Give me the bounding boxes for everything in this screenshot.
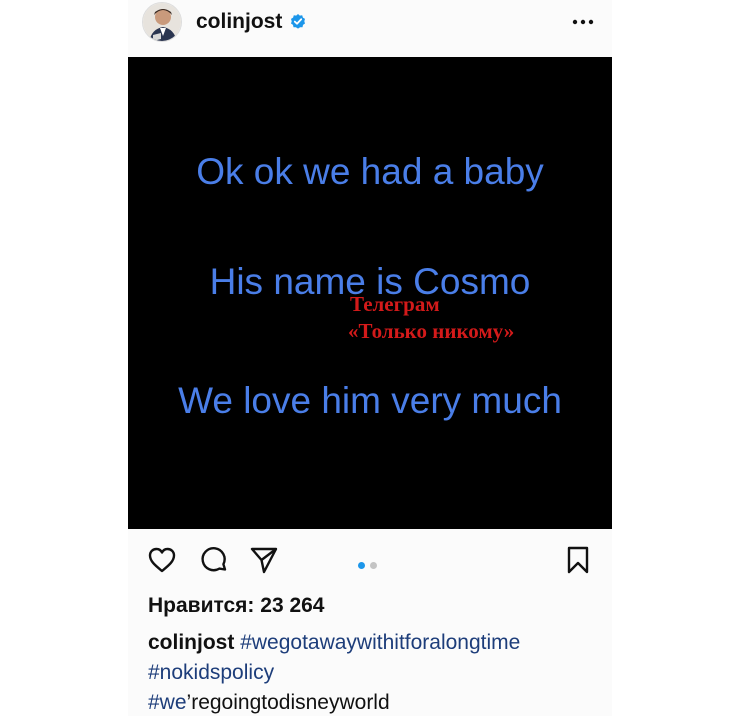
post-card: colinjost Ok ok we had a baby His name i…: [128, 0, 612, 716]
avatar-image: [143, 3, 181, 41]
comment-icon[interactable]: [198, 544, 230, 576]
hashtag-link[interactable]: #wegotawaywithitforalongtime: [240, 631, 520, 654]
caption-username[interactable]: colinjost: [148, 631, 234, 654]
post-username[interactable]: colinjost: [196, 10, 282, 34]
carousel-indicator: [358, 556, 382, 569]
post-actions-bar: [128, 540, 612, 582]
carousel-dot-active: [358, 562, 365, 569]
media-text-line-1: Ok ok we had a baby: [196, 151, 544, 192]
hashtag-link[interactable]: #nokidspolicy: [148, 661, 274, 684]
heart-icon[interactable]: [146, 544, 178, 576]
watermark-line-1: Телеграм: [350, 292, 440, 316]
bookmark-icon[interactable]: [562, 544, 594, 576]
caption-text: ’regoingtodisneyworld: [186, 691, 390, 714]
more-options-icon[interactable]: [572, 14, 594, 30]
hashtag-link[interactable]: #we: [148, 691, 187, 714]
paper-plane-icon[interactable]: [248, 544, 280, 576]
avatar[interactable]: [142, 2, 182, 42]
post-header: colinjost: [128, 0, 612, 56]
likes-count[interactable]: Нравится: 23 264: [148, 594, 325, 618]
carousel-dot: [370, 562, 377, 569]
verified-badge-icon: [291, 14, 305, 29]
watermark-line-2: «Только никому»: [348, 319, 515, 343]
media-text-line-3: We love him very much: [178, 380, 562, 421]
post-caption: colinjost #wegotawaywithitforalongtime #…: [148, 628, 608, 718]
post-media[interactable]: Ok ok we had a baby His name is Cosmo We…: [128, 57, 612, 529]
